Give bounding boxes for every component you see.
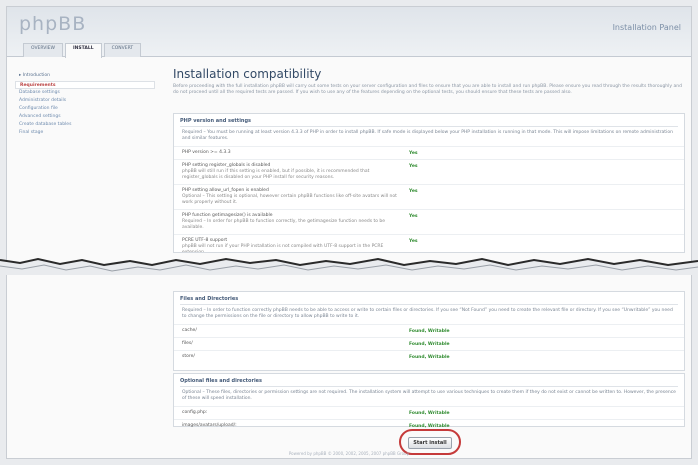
header: phpBB Installation Panel OVERVIEW INSTAL… (7, 7, 691, 58)
main-content: Installation compatibility Before procee… (173, 67, 685, 96)
table-row: files/ Found, Writable (174, 337, 684, 350)
php-box-description: Required – You must be running at least … (182, 130, 673, 141)
sidebar-heading[interactable]: ▸ Introduction (15, 73, 155, 78)
optional-box-description: Optional – These files, directories or p… (182, 390, 676, 401)
tab-overview[interactable]: OVERVIEW (23, 43, 63, 57)
sidebar-item-create-tables[interactable]: Create database tables (15, 121, 155, 129)
optional-box-title: Optional files and directories (180, 378, 263, 384)
php-box-title: PHP version and settings (180, 118, 252, 124)
sidebar-item-configuration-file[interactable]: Configuration file (15, 105, 155, 113)
directory-label: store/ (182, 354, 195, 359)
check-result: Yes (409, 151, 418, 156)
file-label: images/avatars/upload/: (182, 423, 237, 428)
sidebar-item-advanced-settings[interactable]: Advanced settings (15, 113, 155, 121)
sidebar-item-requirements[interactable]: Requirements (15, 81, 155, 89)
optional-files-box: Optional files and directories Optional … (173, 373, 685, 429)
tab-bar: OVERVIEW INSTALL CONVERT (23, 43, 142, 58)
files-box-title: Files and Directories (180, 296, 239, 302)
installer-window: phpBB Installation Panel OVERVIEW INSTAL… (6, 6, 692, 459)
page-title: Installation compatibility (173, 67, 322, 81)
check-note: phpBB will not run if your PHP installat… (182, 244, 384, 253)
files-directories-box: Files and Directories Required – In orde… (173, 291, 685, 371)
file-label: config.php: (182, 410, 208, 415)
table-row: cache/ Found, Writable (174, 324, 684, 337)
check-note: Required – In order for phpBB to functio… (182, 219, 386, 230)
check-note: Optional – This setting is optional, how… (182, 194, 397, 205)
tab-install[interactable]: INSTALL (64, 43, 102, 58)
check-result: Yes (409, 239, 418, 244)
footer-credit: Powered by phpBB © 2000, 2002, 2005, 200… (288, 451, 410, 456)
files-box-description: Required – In order to function correctl… (182, 308, 673, 319)
check-label: PHP version >= 4.3.3 (182, 150, 231, 155)
table-row: store/ Found, Writable (174, 350, 684, 363)
directory-status: Found, Writable (409, 342, 450, 347)
sidebar: ▸ Introduction Requirements Database set… (15, 73, 155, 137)
directory-status: Found, Writable (409, 355, 450, 360)
torn-edge-separator (0, 257, 698, 275)
phpbb-logo: phpBB (19, 13, 87, 35)
sidebar-item-database-settings[interactable]: Database settings (15, 89, 155, 97)
sidebar-item-administrator-details[interactable]: Administrator details (15, 97, 155, 105)
check-result: Yes (409, 214, 418, 219)
directory-label: cache/ (182, 328, 197, 333)
php-settings-box: PHP version and settings Required – You … (173, 113, 685, 253)
tab-convert[interactable]: CONVERT (103, 43, 142, 57)
sidebar-item-final-stage[interactable]: Final stage (15, 129, 155, 137)
directory-status: Found, Writable (409, 329, 450, 334)
check-note: phpBB will still run if this setting is … (182, 169, 370, 180)
table-row: PCRE UTF-8 support phpBB will not run if… (174, 234, 684, 253)
table-row: PHP function getimagesize() is available… (174, 209, 684, 234)
table-row: PHP setting allow_url_fopen is enabled O… (174, 184, 684, 209)
directory-label: files/ (182, 341, 193, 346)
intro-text: Before proceeding with the full installa… (173, 84, 682, 95)
table-row: PHP setting register_globals is disabled… (174, 159, 684, 184)
check-result: Yes (409, 189, 418, 194)
file-status: Found, Writable (409, 411, 450, 416)
check-result: Yes (409, 164, 418, 169)
panel-title: Installation Panel (612, 23, 681, 32)
table-row: config.php: Found, Writable (174, 406, 684, 419)
start-install-button[interactable]: Start install (408, 437, 452, 449)
table-row: PHP version >= 4.3.3 Yes (174, 146, 684, 159)
